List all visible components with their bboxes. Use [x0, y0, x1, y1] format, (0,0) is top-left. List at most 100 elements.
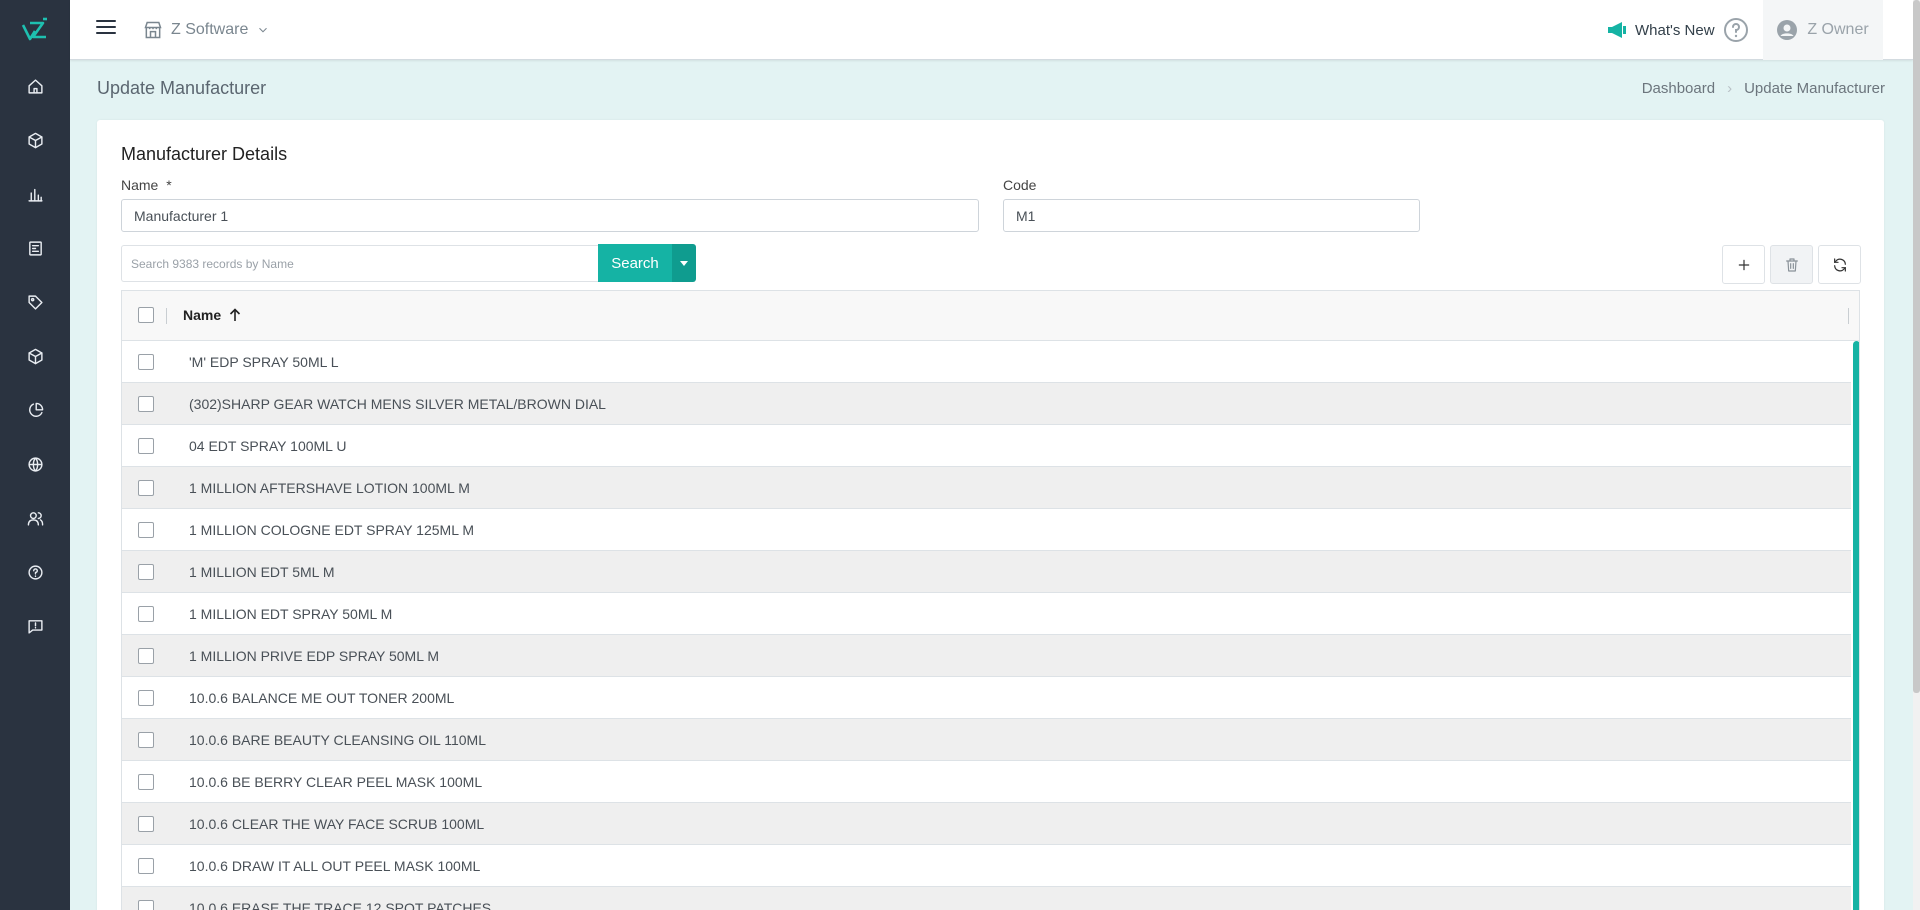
table-row[interactable]: 1 MILLION PRIVE EDP SPRAY 50ML M — [122, 635, 1851, 677]
nav-reports[interactable] — [0, 167, 70, 221]
code-field[interactable]: M1 — [1003, 199, 1420, 232]
hamburger-line — [96, 26, 116, 28]
add-button[interactable] — [1722, 245, 1765, 284]
row-name-cell: 'M' EDP SPRAY 50ML L — [189, 354, 339, 370]
page-scrollbar-thumb[interactable] — [1913, 0, 1920, 693]
row-checkbox[interactable] — [138, 480, 154, 496]
table-row[interactable]: 10.0.6 CLEAR THE WAY FACE SCRUB 100ML — [122, 803, 1851, 845]
breadcrumb: Dashboard › Update Manufacturer — [1642, 80, 1885, 97]
row-checkbox[interactable] — [138, 690, 154, 706]
column-header-name[interactable]: Name — [183, 307, 241, 323]
table-row[interactable]: 1 MILLION COLOGNE EDT SPRAY 125ML M — [122, 509, 1851, 551]
row-name-cell: 10.0.6 CLEAR THE WAY FACE SCRUB 100ML — [189, 816, 485, 832]
row-name-cell: 10.0.6 BARE BEAUTY CLEANSING OIL 110ML — [189, 732, 486, 748]
megaphone-icon — [1608, 22, 1626, 38]
pie-chart-icon — [28, 402, 43, 417]
topbar: Z Software What's New Z Owner — [70, 0, 1913, 60]
nav-web[interactable] — [0, 437, 70, 491]
search-input[interactable]: Search 9383 records by Name — [121, 245, 598, 282]
refresh-button[interactable] — [1818, 245, 1861, 284]
refresh-icon — [1833, 257, 1846, 272]
store-icon — [144, 21, 162, 39]
whats-new-link[interactable]: What's New — [1607, 18, 1715, 42]
row-checkbox[interactable] — [138, 396, 154, 412]
required-marker: * — [166, 177, 172, 193]
name-field[interactable]: Manufacturer 1 — [121, 199, 979, 232]
nav-inventory[interactable] — [0, 329, 70, 383]
row-checkbox[interactable] — [138, 564, 154, 580]
trash-icon — [1785, 257, 1798, 272]
delete-button[interactable] — [1770, 245, 1813, 284]
nav-feedback[interactable] — [0, 599, 70, 653]
report-icon — [28, 240, 42, 256]
row-checkbox[interactable] — [138, 648, 154, 664]
grid-scrollbar-thumb[interactable] — [1853, 341, 1859, 910]
row-name-cell: 10.0.6 ERASE THE TRACE 12 SPOT PATCHES — [189, 900, 492, 910]
search-options-button[interactable] — [672, 244, 696, 282]
row-checkbox[interactable] — [138, 816, 154, 832]
table-row[interactable]: 10.0.6 DRAW IT ALL OUT PEEL MASK 100ML — [122, 845, 1851, 887]
table-row[interactable]: 1 MILLION AFTERSHAVE LOTION 100ML M — [122, 467, 1851, 509]
row-checkbox[interactable] — [138, 732, 154, 748]
column-header-label: Name — [183, 307, 222, 323]
table-row[interactable]: (302)SHARP GEAR WATCH MENS SILVER METAL/… — [122, 383, 1851, 425]
breadcrumb-dashboard-link[interactable]: Dashboard — [1642, 80, 1715, 97]
bar-chart-icon — [27, 188, 43, 202]
breadcrumb-current: Update Manufacturer — [1744, 80, 1885, 97]
row-checkbox[interactable] — [138, 774, 154, 790]
table-row[interactable]: 1 MILLION EDT 5ML M — [122, 551, 1851, 593]
table-row[interactable]: 10.0.6 ERASE THE TRACE 12 SPOT PATCHES — [122, 887, 1851, 910]
nav-users[interactable] — [0, 491, 70, 545]
manufacturer-items-grid: Name 'M' EDP SPRAY 50ML L (302)SHARP GEAR… — [121, 290, 1860, 910]
nav-analytics[interactable] — [0, 383, 70, 437]
app-logo[interactable] — [0, 0, 70, 60]
table-row[interactable]: 10.0.6 BARE BEAUTY CLEANSING OIL 110ML — [122, 719, 1851, 761]
nav-help[interactable] — [0, 545, 70, 599]
feedback-icon — [27, 619, 43, 634]
home-icon — [27, 78, 43, 94]
nav-tags[interactable] — [0, 275, 70, 329]
name-label-text: Name — [121, 177, 159, 193]
table-row[interactable]: 10.0.6 BE BERRY CLEAR PEEL MASK 100ML — [122, 761, 1851, 803]
hamburger-line — [96, 20, 116, 22]
column-resize-handle[interactable] — [1848, 308, 1849, 324]
row-checkbox[interactable] — [138, 354, 154, 370]
hamburger-line — [96, 32, 116, 34]
table-row[interactable]: 1 MILLION EDT SPRAY 50ML M — [122, 593, 1851, 635]
row-checkbox[interactable] — [138, 438, 154, 454]
page-title: Update Manufacturer — [97, 78, 267, 98]
nav-documents[interactable] — [0, 221, 70, 275]
nav-home[interactable] — [0, 59, 70, 113]
menu-toggle-button[interactable] — [96, 20, 116, 40]
row-name-cell: (302)SHARP GEAR WATCH MENS SILVER METAL/… — [189, 396, 606, 412]
chevron-down-icon — [259, 27, 268, 33]
breadcrumb-separator: › — [1727, 80, 1733, 97]
help-circle-icon — [27, 564, 43, 580]
row-checkbox[interactable] — [138, 900, 154, 910]
row-checkbox[interactable] — [138, 522, 154, 538]
code-field-value: M1 — [1016, 207, 1036, 224]
table-row[interactable]: 04 EDT SPRAY 100ML U — [122, 425, 1851, 467]
code-label: Code — [1003, 177, 1037, 193]
caret-down-icon — [680, 260, 688, 266]
user-menu[interactable]: Z Owner — [1763, 0, 1883, 60]
table-row[interactable]: 10.0.6 BALANCE ME OUT TONER 200ML — [122, 677, 1851, 719]
cube-icon — [27, 348, 43, 364]
table-row[interactable]: 'M' EDP SPRAY 50ML L — [122, 341, 1851, 383]
search-button[interactable]: Search — [598, 244, 672, 282]
grid-header: Name — [122, 291, 1859, 341]
whats-new-label: What's New — [1635, 21, 1715, 39]
nav-products[interactable] — [0, 113, 70, 167]
row-name-cell: 1 MILLION EDT SPRAY 50ML M — [189, 606, 393, 622]
question-circle-icon — [1724, 18, 1748, 42]
row-name-cell: 1 MILLION AFTERSHAVE LOTION 100ML M — [189, 480, 470, 496]
row-name-cell: 10.0.6 BE BERRY CLEAR PEEL MASK 100ML — [189, 774, 483, 790]
help-button[interactable] — [1723, 17, 1749, 43]
store-selector[interactable]: Z Software — [143, 17, 270, 43]
row-name-cell: 1 MILLION EDT 5ML M — [189, 564, 335, 580]
store-name: Z Software — [171, 21, 249, 38]
row-checkbox[interactable] — [138, 606, 154, 622]
sort-ascending-icon — [230, 308, 241, 321]
row-checkbox[interactable] — [138, 858, 154, 874]
select-all-checkbox[interactable] — [138, 307, 154, 323]
